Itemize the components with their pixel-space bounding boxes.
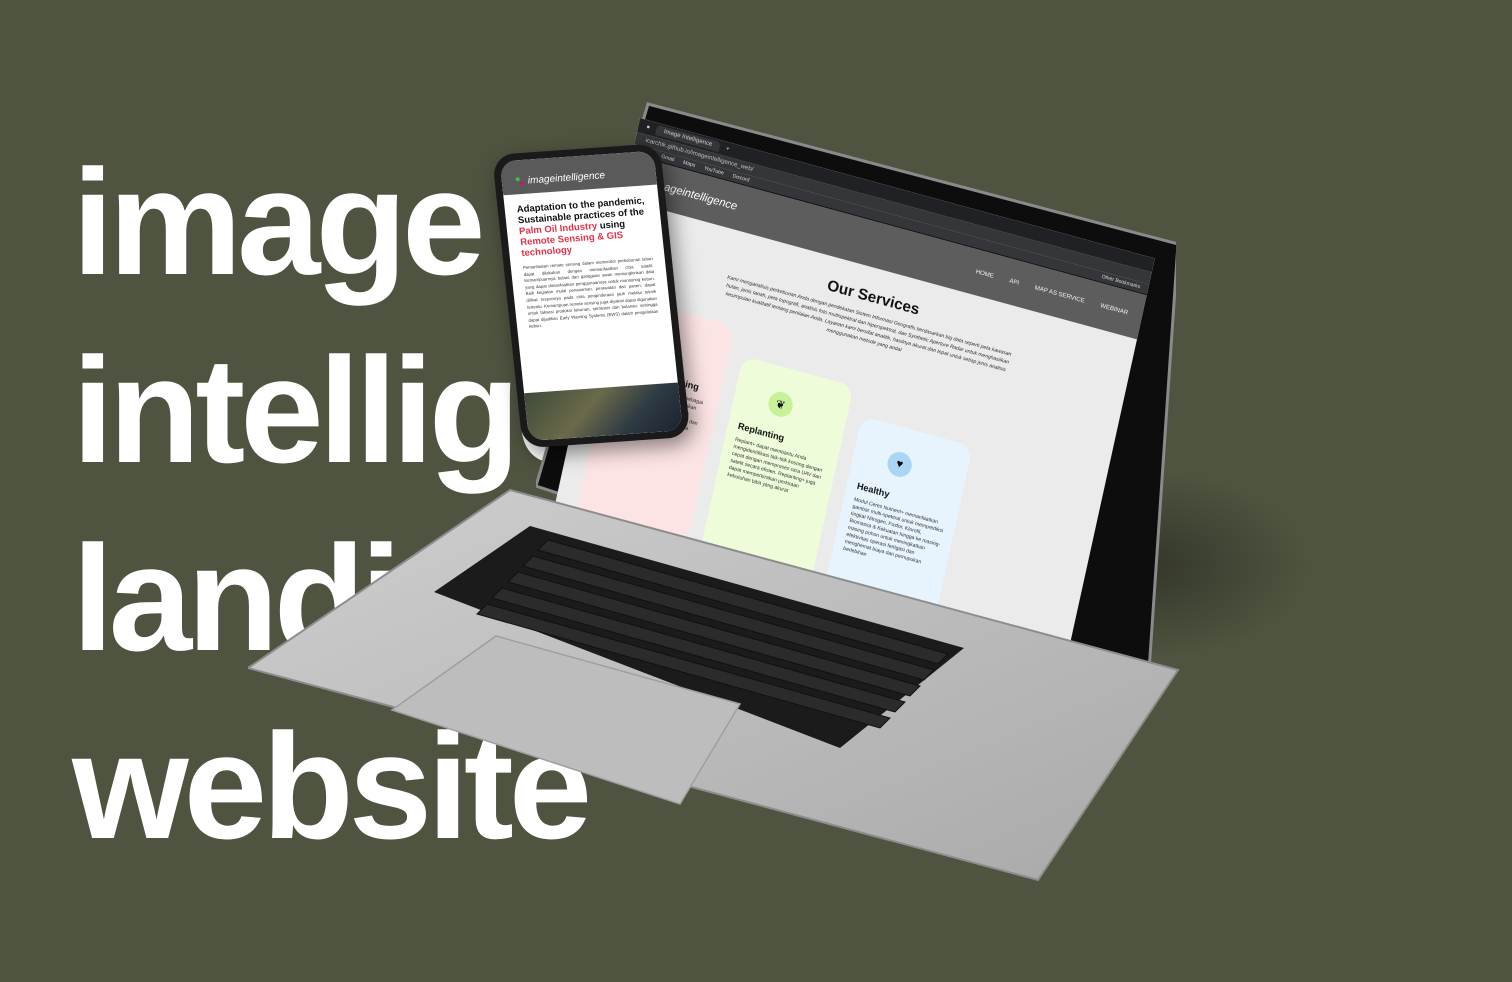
phone-article: Adaptation to the pandemic, Sustainable … [503,185,671,332]
nav-api[interactable]: API [1009,278,1020,287]
nav-map-as-service[interactable]: MAP AS SERVICE [1034,285,1085,305]
phone-logo-text: imageintelligence [527,169,606,187]
headline-line-3: landing page [72,514,942,682]
phone-screen: imageintelligence Adaptation to the pand… [499,150,683,441]
article-image [524,382,683,441]
phone-logo[interactable]: imageintelligence [515,169,606,187]
phone-frame: imageintelligence Adaptation to the pand… [492,143,691,449]
other-bookmarks[interactable]: Other Bookmarks [1101,274,1141,291]
headline-line-4: website [72,702,592,870]
logo-icon [515,176,525,186]
headline-line-2: intelligence [72,326,842,494]
phone-mockup: imageintelligence Adaptation to the pand… [492,143,691,449]
article-title: Adaptation to the pandemic, Sustainable … [516,195,652,259]
nav-webinar[interactable]: WEBINAR [1100,303,1129,317]
laptop-shadow [980,470,1310,660]
nav-links: HOME API MAP AS SERVICE WEBINAR [975,269,1129,317]
nav-home[interactable]: HOME [975,269,994,280]
article-body: Pemanfaatan remote sensing dalam memonit… [522,255,659,330]
